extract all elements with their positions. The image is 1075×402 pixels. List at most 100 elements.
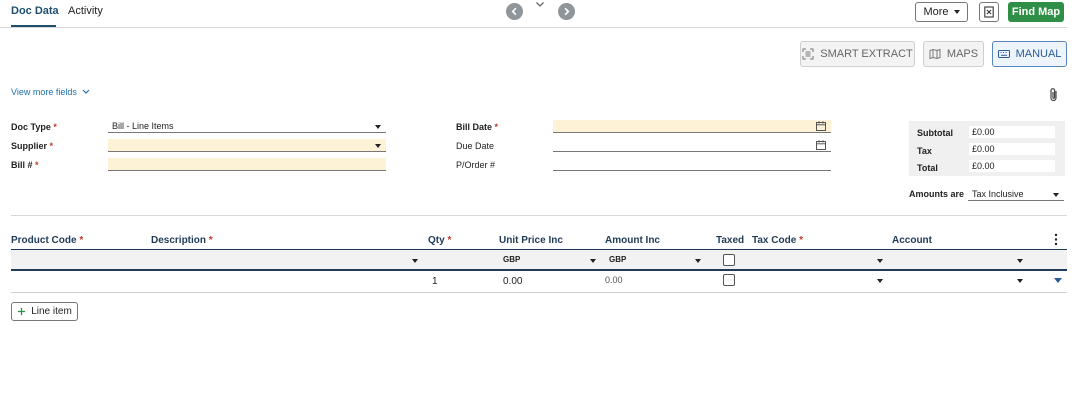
amounts-are-label: Amounts are bbox=[909, 189, 965, 199]
col-amount[interactable]: Amount Inc bbox=[605, 235, 660, 246]
col-product-code[interactable]: Product Code * bbox=[11, 235, 83, 246]
due-date-label: Due Date bbox=[456, 141, 495, 151]
manual-button[interactable]: MANUAL bbox=[992, 41, 1067, 67]
tab-activity[interactable]: Activity bbox=[68, 5, 103, 17]
col-account[interactable]: Account bbox=[892, 235, 932, 246]
smart-extract-label: SMART EXTRACT bbox=[820, 48, 913, 60]
more-button[interactable]: More bbox=[915, 2, 968, 22]
total-label: Total bbox=[917, 163, 938, 173]
collapse-chevron-button[interactable] bbox=[535, 1, 545, 9]
row-taxed-checkbox[interactable] bbox=[723, 274, 735, 286]
bill-date-input[interactable] bbox=[553, 120, 831, 133]
supplier-select[interactable] bbox=[108, 139, 386, 152]
caret-down-icon bbox=[375, 125, 381, 129]
required-marker: * bbox=[447, 235, 452, 246]
paperclip-icon bbox=[1050, 88, 1057, 102]
unit-price-currency[interactable]: GBP bbox=[503, 255, 520, 264]
add-line-item-button[interactable]: Line item bbox=[11, 302, 78, 321]
chevron-right-icon bbox=[564, 7, 570, 16]
add-line-item-label: Line item bbox=[31, 306, 72, 317]
col-tax-code[interactable]: Tax Code * bbox=[752, 235, 803, 246]
row-tax-code-caret[interactable] bbox=[877, 279, 883, 283]
bill-number-label-text: Bill # bbox=[11, 160, 33, 170]
required-marker: * bbox=[494, 122, 499, 132]
po-number-input[interactable] bbox=[553, 158, 831, 171]
maps-label: MAPS bbox=[946, 48, 979, 60]
section-divider bbox=[11, 215, 1067, 216]
account-filter-caret[interactable] bbox=[1017, 259, 1023, 263]
amounts-are-select[interactable]: Tax Inclusive bbox=[968, 188, 1064, 201]
delete-doc-button[interactable] bbox=[979, 2, 999, 22]
chevron-down-icon bbox=[82, 89, 90, 94]
row-account-caret[interactable] bbox=[1017, 279, 1023, 283]
required-marker: * bbox=[53, 122, 57, 132]
table-header-divider bbox=[11, 269, 1067, 271]
tabs-divider bbox=[0, 27, 1067, 28]
more-vertical-icon bbox=[1054, 233, 1058, 246]
view-more-fields-label: View more fields bbox=[11, 87, 77, 97]
scan-icon bbox=[802, 48, 814, 60]
col-description-label: Description bbox=[151, 235, 207, 246]
due-date-input[interactable] bbox=[553, 139, 831, 152]
supplier-label: Supplier * bbox=[11, 141, 53, 151]
previous-doc-button[interactable] bbox=[506, 3, 523, 20]
required-marker: * bbox=[35, 160, 39, 170]
doc-type-label-text: Doc Type bbox=[11, 122, 51, 132]
more-button-label: More bbox=[923, 6, 949, 18]
caret-down-icon bbox=[375, 144, 381, 148]
col-description[interactable]: Description * bbox=[151, 235, 213, 246]
calendar-icon[interactable] bbox=[816, 140, 826, 150]
attach-button[interactable] bbox=[1048, 87, 1060, 103]
filter-row bbox=[11, 250, 1067, 269]
doc-type-select[interactable]: Bill - Line Items bbox=[108, 120, 386, 133]
required-marker: * bbox=[208, 235, 213, 246]
calendar-icon[interactable] bbox=[816, 121, 826, 131]
delete-file-icon bbox=[984, 6, 994, 18]
amount-currency-caret[interactable] bbox=[695, 259, 701, 263]
col-qty[interactable]: Qty * bbox=[428, 235, 451, 246]
col-taxed[interactable]: Taxed bbox=[716, 235, 744, 246]
manual-label: MANUAL bbox=[1015, 48, 1062, 60]
row-qty[interactable]: 1 bbox=[432, 276, 438, 287]
total-value: £0.00 bbox=[969, 160, 1055, 172]
bill-number-input[interactable] bbox=[108, 158, 386, 171]
subtotal-value: £0.00 bbox=[969, 126, 1055, 138]
doc-type-value: Bill - Line Items bbox=[112, 121, 174, 131]
col-tax-code-label: Tax Code bbox=[752, 235, 797, 246]
unit-price-currency-caret[interactable] bbox=[590, 259, 596, 263]
chevron-left-icon bbox=[511, 7, 517, 16]
map-icon bbox=[929, 48, 941, 60]
tab-doc-data[interactable]: Doc Data bbox=[11, 5, 59, 17]
amounts-are-value: Tax Inclusive bbox=[972, 189, 1024, 199]
bill-date-label-text: Bill Date bbox=[456, 122, 493, 132]
supplier-label-text: Supplier bbox=[11, 141, 48, 151]
plus-icon bbox=[18, 307, 26, 316]
next-doc-button[interactable] bbox=[558, 3, 575, 20]
col-unit-price[interactable]: Unit Price Inc bbox=[499, 235, 563, 246]
tax-value: £0.00 bbox=[969, 143, 1055, 155]
column-options-button[interactable] bbox=[1053, 233, 1059, 246]
subtotal-label: Subtotal bbox=[917, 128, 953, 138]
taxed-filter-checkbox[interactable] bbox=[723, 254, 735, 266]
smart-extract-button[interactable]: SMART EXTRACT bbox=[800, 41, 915, 67]
chevron-down-icon bbox=[536, 2, 544, 7]
row-divider bbox=[11, 292, 1067, 293]
doc-type-label: Doc Type * bbox=[11, 122, 57, 132]
col-qty-label: Qty bbox=[428, 235, 445, 246]
maps-button[interactable]: MAPS bbox=[923, 41, 984, 67]
find-map-button[interactable]: Find Map bbox=[1008, 2, 1064, 22]
view-more-fields-link[interactable]: View more fields bbox=[11, 87, 90, 97]
keyboard-icon bbox=[997, 50, 1010, 58]
tax-label: Tax bbox=[917, 146, 932, 156]
amount-currency[interactable]: GBP bbox=[609, 255, 626, 264]
tax-code-filter-caret[interactable] bbox=[877, 259, 883, 263]
po-number-label: P/Order # bbox=[456, 160, 496, 170]
row-expand-caret-icon[interactable] bbox=[1054, 278, 1062, 283]
bill-number-label: Bill # * bbox=[11, 160, 39, 170]
row-unit-price[interactable]: 0.00 bbox=[503, 276, 522, 287]
bill-date-label: Bill Date * bbox=[456, 122, 498, 132]
row-amount: 0.00 bbox=[605, 275, 623, 285]
caret-down-icon bbox=[953, 10, 960, 14]
required-marker: * bbox=[799, 235, 803, 246]
description-filter-caret[interactable] bbox=[412, 259, 418, 263]
